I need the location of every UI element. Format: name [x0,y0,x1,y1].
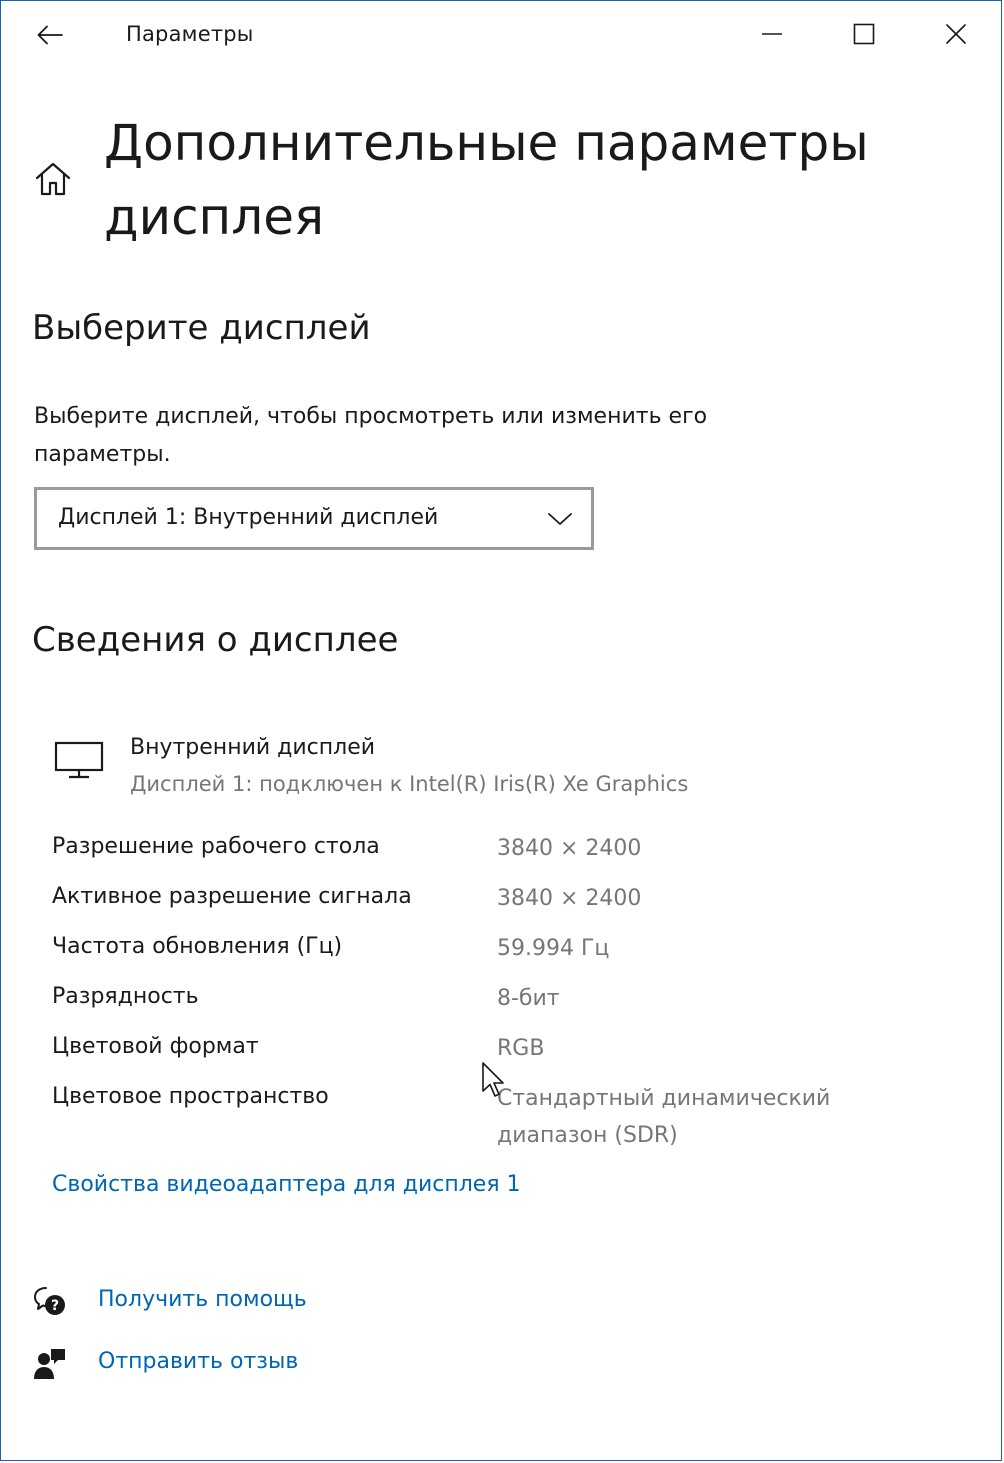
back-arrow-icon [37,25,63,45]
app-title: Параметры [126,22,254,46]
feedback-icon [30,1344,70,1384]
display-connection-info: Дисплей 1: подключен к Intel(R) Iris(R) … [130,772,689,796]
home-button[interactable] [30,156,76,202]
property-label-color-format: Цветовой формат [52,1034,259,1059]
get-help-row[interactable]: ? Получить помощь [30,1280,307,1324]
property-label-bit-depth: Разрядность [52,984,199,1009]
back-button[interactable] [30,18,70,52]
minimize-button[interactable] [750,14,794,54]
monitor-icon [54,741,104,779]
dropdown-selected-value: Дисплей 1: Внутренний дисплей [58,505,439,530]
display-select-dropdown[interactable]: Дисплей 1: Внутренний дисплей [34,487,594,550]
close-icon [946,24,966,44]
property-label-color-space: Цветовое пространство [52,1084,329,1109]
property-value-color-format: RGB [497,1036,545,1061]
send-feedback-row[interactable]: Отправить отзыв [30,1342,298,1386]
property-label-desktop-resolution: Разрешение рабочего стола [52,834,380,859]
page-title: Дополнительные параметры дисплея [104,114,869,246]
send-feedback-link[interactable]: Отправить отзыв [98,1349,298,1374]
property-value-active-signal-resolution: 3840 × 2400 [497,886,642,911]
maximize-button[interactable] [842,14,886,54]
property-label-refresh-rate: Частота обновления (Гц) [52,934,343,959]
property-label-active-signal-resolution: Активное разрешение сигнала [52,884,412,909]
property-value-refresh-rate: 59.994 Гц [497,936,610,961]
help-chat-icon: ? [30,1282,70,1322]
svg-text:?: ? [51,1298,59,1314]
property-value-color-space: Стандартный динамический диапазон (SDR) [497,1086,831,1148]
get-help-link[interactable]: Получить помощь [98,1287,307,1312]
property-value-bit-depth: 8-бит [497,986,560,1011]
display-name: Внутренний дисплей [130,735,376,760]
chevron-down-icon [547,507,573,531]
select-display-heading: Выберите дисплей [32,308,371,348]
maximize-icon [853,23,875,45]
home-icon [35,162,71,196]
select-display-description: Выберите дисплей, чтобы просмотреть или … [34,404,708,467]
property-value-desktop-resolution: 3840 × 2400 [497,836,642,861]
adapter-properties-link[interactable]: Свойства видеоадаптера для дисплея 1 [52,1172,521,1197]
close-button[interactable] [934,14,978,54]
minimize-icon [762,33,782,35]
title-bar: Параметры [0,0,1004,68]
display-info-heading: Сведения о дисплее [32,620,399,660]
